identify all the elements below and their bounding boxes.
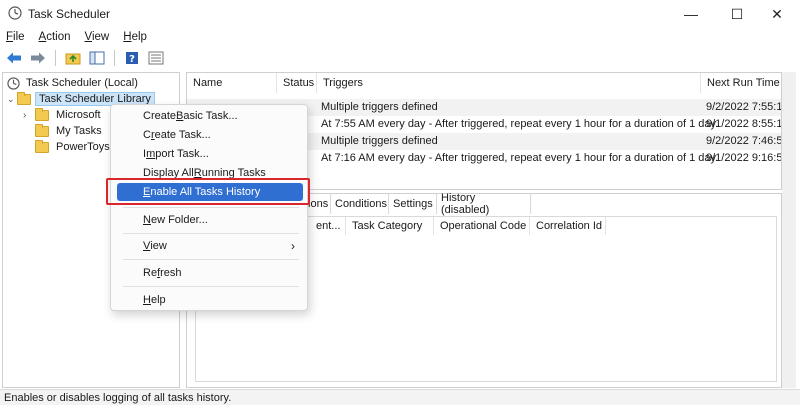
menu-bar: File Action View Help bbox=[0, 28, 800, 46]
title-bar: Task Scheduler — ☐ ✕ bbox=[0, 0, 800, 28]
menu-item-import-task[interactable]: Im port Task... bbox=[117, 145, 303, 163]
trigger-cell: At 7:55 AM every day - After triggered, … bbox=[321, 118, 719, 130]
toolbar: ? bbox=[0, 47, 800, 69]
menu-item-create-basic-task[interactable]: Create Basic Task... bbox=[117, 107, 303, 125]
trigger-cell: Multiple triggers defined bbox=[321, 135, 438, 147]
menu-file[interactable]: File bbox=[6, 31, 25, 43]
next-run-cell: 9/1/2022 8:55:19 bbox=[706, 118, 782, 130]
close-button[interactable]: ✕ bbox=[754, 0, 800, 28]
menu-item-new-folder[interactable]: New Folder... bbox=[117, 211, 303, 229]
highlight-annotation-box bbox=[106, 178, 310, 205]
trigger-cell: At 7:16 AM every day - After triggered, … bbox=[321, 152, 719, 164]
chevron-right-icon[interactable]: › bbox=[23, 110, 35, 121]
menu-separator bbox=[123, 233, 299, 234]
menu-separator bbox=[123, 259, 299, 260]
next-run-cell: 9/2/2022 7:46:58 bbox=[706, 135, 782, 147]
tree-node-my-tasks[interactable]: My Tasks bbox=[35, 123, 105, 139]
column-header-status[interactable]: Status bbox=[277, 73, 317, 93]
tab-history[interactable]: History (disabled) bbox=[437, 192, 531, 216]
back-arrow-icon[interactable] bbox=[4, 49, 24, 67]
toolbar-separator bbox=[114, 50, 115, 66]
trigger-cell: Multiple triggers defined bbox=[321, 101, 438, 113]
tree-label: My Tasks bbox=[56, 125, 102, 137]
task-scheduler-app-icon bbox=[8, 6, 22, 20]
menu-item-refresh[interactable]: Re f resh bbox=[117, 264, 303, 282]
window-title: Task Scheduler bbox=[28, 7, 111, 21]
column-header-next-run-time[interactable]: Next Run Time bbox=[701, 73, 781, 93]
context-menu: Create Basic Task... Cr eate Task... Im po… bbox=[110, 104, 308, 311]
tab-conditions[interactable]: Conditions bbox=[331, 194, 389, 214]
menu-view[interactable]: View bbox=[85, 31, 110, 43]
tree-label: Microsoft bbox=[56, 109, 101, 121]
folder-icon bbox=[35, 107, 49, 121]
chevron-down-icon[interactable]: ⌄ bbox=[7, 94, 17, 105]
next-run-cell: 9/2/2022 7:55:19 bbox=[706, 101, 782, 113]
status-bar: Enables or disables logging of all tasks… bbox=[0, 389, 800, 405]
up-folder-icon[interactable] bbox=[63, 49, 83, 67]
folder-icon bbox=[35, 139, 49, 153]
clock-icon bbox=[7, 76, 20, 90]
help-icon[interactable]: ? bbox=[122, 49, 142, 67]
vertical-scrollbar[interactable] bbox=[782, 72, 796, 388]
minimize-button[interactable]: — bbox=[668, 0, 714, 28]
chevron-right-icon: › bbox=[291, 239, 295, 253]
menu-separator bbox=[123, 207, 299, 208]
tab-settings[interactable]: Settings bbox=[389, 194, 437, 214]
next-run-cell: 9/1/2022 9:16:58 bbox=[706, 152, 782, 164]
folder-icon bbox=[35, 123, 49, 137]
menu-item-view[interactable]: View › bbox=[117, 237, 303, 255]
tree-node-task-scheduler-local[interactable]: Task Scheduler (Local) bbox=[7, 75, 141, 91]
properties-icon[interactable] bbox=[146, 49, 166, 67]
column-header-task-category[interactable]: Task Category bbox=[346, 217, 434, 235]
column-header-operational-code[interactable]: Operational Code bbox=[434, 217, 530, 235]
column-header-correlation-id[interactable]: Correlation Id bbox=[530, 217, 606, 235]
menu-action[interactable]: Action bbox=[39, 31, 71, 43]
folder-icon bbox=[17, 91, 31, 105]
menu-help[interactable]: Help bbox=[123, 31, 147, 43]
tree-label: PowerToys bbox=[56, 141, 110, 153]
svg-text:?: ? bbox=[129, 54, 135, 65]
column-header-event[interactable]: ent... bbox=[310, 217, 346, 235]
tree-node-powertoys[interactable]: PowerToys bbox=[35, 139, 113, 155]
tree-node-microsoft[interactable]: › Microsoft bbox=[23, 107, 104, 123]
menu-item-help[interactable]: Help bbox=[117, 291, 303, 309]
column-header-triggers[interactable]: Triggers bbox=[317, 73, 701, 93]
forward-arrow-icon[interactable] bbox=[28, 49, 48, 67]
menu-item-create-task[interactable]: Cr eate Task... bbox=[117, 126, 303, 144]
menu-separator bbox=[123, 286, 299, 287]
show-hide-tree-icon[interactable] bbox=[87, 49, 107, 67]
toolbar-separator bbox=[55, 50, 56, 66]
column-header-name[interactable]: Name bbox=[187, 73, 277, 93]
tree-label: Task Scheduler (Local) bbox=[26, 77, 138, 89]
